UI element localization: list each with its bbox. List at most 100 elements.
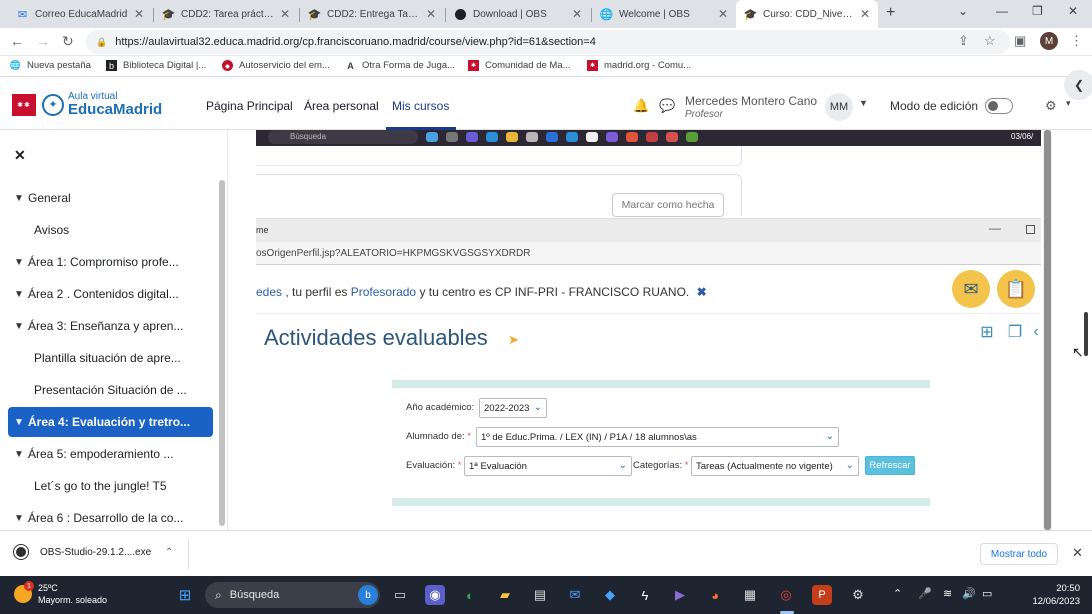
chevron-down-icon[interactable]: ▼ [8,257,28,268]
bing-icon[interactable]: b [358,585,378,605]
close-icon[interactable]: ✕ [134,7,144,21]
dropbox-icon[interactable]: ◆ [600,585,620,605]
nav-mis-cursos[interactable]: Mis cursos [392,99,449,113]
chevron-down-icon[interactable]: ▼ [8,513,28,524]
firefox-icon[interactable]: ◕ [705,585,725,605]
course-index-item[interactable]: Presentación Situación de ... [8,375,213,405]
tab-cdd2-entrega[interactable]: 🎓 CDD2: Entrega Tarea P ✕ [300,0,444,28]
close-icon[interactable]: ✕ [718,7,728,21]
menu-kebab-icon[interactable]: ⋮ [1070,33,1083,49]
back-arrow-icon[interactable]: ← [10,33,24,49]
url-bar[interactable]: 🔒 https://aulavirtual32.educa.madrid.org… [86,30,1010,54]
weather-widget[interactable]: 1 25ºC Mayorm. soleado [14,581,107,606]
chevron-down-icon[interactable]: ▾ [1066,98,1071,109]
categories-select[interactable]: Tareas (Actualmente no vigente) ⌄ [691,456,859,476]
show-all-button[interactable]: Mostrar todo [980,543,1058,565]
download-item[interactable]: OBS-Studio-29.1.2....exe [14,545,151,559]
tab-search-chevron-icon[interactable]: ⌄ [958,4,968,18]
chevron-down-icon[interactable]: ▼ [8,449,28,460]
chevron-up-icon[interactable]: ⌃ [893,587,902,600]
course-index-item[interactable]: ▼ Área 5: empoderamiento ... [8,439,213,469]
close-icon[interactable]: ✕ [426,7,436,21]
close-x-icon[interactable]: ✖ [697,285,707,299]
chevron-down-icon[interactable]: ▼ [8,289,28,300]
media-player-icon[interactable]: ▶ [670,585,690,605]
evaluation-select[interactable]: 1ª Evaluación ⌄ [464,456,632,476]
chevron-down-icon[interactable]: ▼ [8,417,28,428]
user-avatar[interactable]: MM [825,93,853,121]
students-select[interactable]: 1º de Educ.Prima. / LEX (IN) / P1A / 18 … [476,427,839,447]
chevron-left-icon[interactable]: ‹ [1030,320,1042,344]
microphone-icon[interactable]: 🎤 [918,587,932,600]
edge-icon[interactable]: ◐ [460,585,480,605]
bookmark-otra-forma[interactable]: A Otra Forma de Juga... [345,60,455,71]
minimize-icon[interactable]: — [989,221,1001,235]
close-icon[interactable]: ✕ [572,7,582,21]
bookmark-nueva-pestana[interactable]: 🌐 Nueva pestaña [10,60,91,71]
bookmark-autoservicio[interactable]: ● Autoservicio del em... [222,60,330,71]
clock[interactable]: 20:50 12/06/2023 [1030,582,1080,608]
volume-icon[interactable]: 🔊 [962,587,976,600]
teams-icon[interactable]: ◉ [425,585,445,605]
close-icon[interactable]: ✕ [860,7,870,21]
tab-correo[interactable]: ✉ Correo EducaMadrid ✕ [8,0,152,28]
bell-icon[interactable]: 🔔 [633,98,649,114]
course-index-item[interactable]: ▼ General [8,183,213,213]
mark-as-done-button[interactable]: Marcar como hecha [612,193,724,217]
task-view-icon[interactable]: ▭ [390,585,410,605]
add-document-icon[interactable]: ⊞ [976,320,998,344]
new-tab-plus-icon[interactable]: + [886,4,895,22]
bookmark-star-icon[interactable]: ☆ [984,33,996,49]
bookmark-comunidad[interactable]: ✱ Comunidad de Ma... [468,60,571,71]
nav-pagina-principal[interactable]: Página Principal [206,99,293,113]
role-link[interactable]: Profesorado [351,285,416,299]
close-icon[interactable]: ✕ [280,7,290,21]
store-icon[interactable]: ▤ [530,585,550,605]
maximize-icon[interactable] [1026,225,1035,234]
open-block-drawer-button[interactable]: ❮ [1064,70,1092,100]
chat-icon[interactable]: 💬 [659,98,675,114]
page-scrollbar-thumb[interactable] [1084,312,1088,356]
chevron-up-icon[interactable]: ⌃ [165,547,173,558]
copy-document-icon[interactable]: ❐ [1004,320,1026,344]
restore-icon[interactable]: ❐ [1032,4,1043,18]
course-index-item[interactable]: ▼ Área 2 . Contenidos digital... [8,279,213,309]
close-icon[interactable]: ✕ [1072,545,1083,561]
clipboard-icon[interactable]: 📋 [997,270,1035,308]
chrome-icon[interactable]: ◎ [776,585,796,605]
tab-curso-active[interactable]: 🎓 Curso: CDD_Nivel_A2_ ✕ [736,0,878,28]
envelope-icon[interactable]: ✉ [952,270,990,308]
taskbar-search[interactable]: ⌕ Búsqueda [205,582,380,608]
course-index-item[interactable]: ▼ Área 3: Enseñanza y apren... [8,311,213,341]
minimize-icon[interactable]: — [996,4,1008,18]
powerpoint-icon[interactable]: P [812,585,832,605]
share-icon[interactable]: ⇪ [958,33,969,49]
windows-start-icon[interactable]: ⊞ [175,585,195,605]
course-index-item[interactable]: Let´s go to the jungle! T5 [8,471,213,501]
nav-area-personal[interactable]: Área personal [304,99,379,113]
user-link[interactable]: edes [256,285,282,299]
battery-icon[interactable]: ▭ [982,587,992,600]
chevron-down-icon[interactable]: ▼ [8,321,28,332]
year-select[interactable]: 2022-2023 ⌄ [479,398,547,418]
educamadrid-logo[interactable]: ✱✱ ✦ Aula virtual EducaMadrid [12,92,162,117]
chevron-down-icon[interactable]: ▼ [8,193,28,204]
course-index-item[interactable]: Plantilla situación de apre... [8,343,213,373]
tab-download-obs[interactable]: Download | OBS ✕ [446,0,590,28]
drawer-scrollbar[interactable] [219,180,225,526]
reload-icon[interactable]: ↻ [62,33,74,50]
edit-mode-toggle[interactable] [985,98,1013,114]
course-index-item[interactable]: ▼ Área 1: Compromiso profe... [8,247,213,277]
content-scrollbar[interactable] [1043,130,1052,530]
settings-icon[interactable]: ⚙ [848,585,868,605]
tab-cdd2-tarea[interactable]: 🎓 CDD2: Tarea práctica 4 ✕ [154,0,298,28]
course-index-item-active[interactable]: ▼ Área 4: Evaluación y tretro... [8,407,213,437]
gear-icon[interactable]: ⚙ [1045,98,1057,114]
app-icon[interactable]: ▦ [740,585,760,605]
course-index-item[interactable]: Avisos [8,215,213,245]
sidepanel-icon[interactable]: ▣ [1014,33,1026,49]
file-explorer-icon[interactable]: ▰ [495,585,515,605]
tab-welcome-obs[interactable]: 🌐 Welcome | OBS ✕ [592,0,736,28]
bookmark-biblioteca[interactable]: b Biblioteca Digital |... [106,60,206,71]
forward-arrow-icon[interactable]: → [36,33,50,49]
